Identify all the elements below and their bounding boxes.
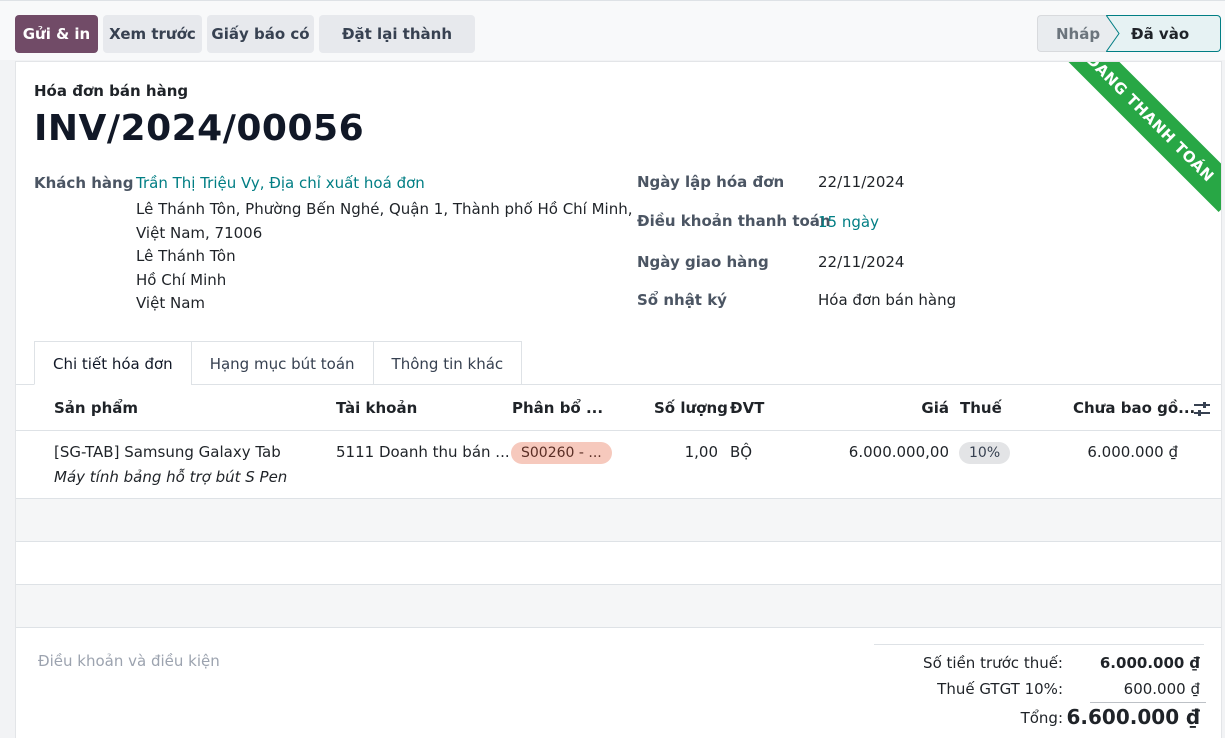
product-link[interactable]: [SG-TAB] Samsung Galaxy Tab: [54, 443, 281, 461]
totals-divider: [874, 644, 1204, 645]
table-header-divider: [16, 430, 1221, 431]
tab-other-info[interactable]: Thông tin khác: [372, 341, 523, 385]
invoice-sheet: ĐANG THANH TOÁN Hóa đơn bán hàng INV/202…: [15, 61, 1222, 738]
document-type: Hóa đơn bán hàng: [34, 82, 189, 100]
reset-draft-button[interactable]: Đặt lại thành nháp: [319, 15, 475, 81]
status-posted[interactable]: Đã vào sổ: [1107, 15, 1221, 80]
customer-address-line: Việt Nam, 71006: [136, 224, 263, 242]
status-draft[interactable]: Nháp: [1037, 15, 1107, 52]
column-header-uom[interactable]: ĐVT: [730, 399, 764, 417]
subtotal-cell: 6.000.000 ₫: [1087, 443, 1178, 461]
notebook-tabs: Chi tiết hóa đơn Hạng mục bút toán Thông…: [34, 341, 523, 385]
distribution-tag[interactable]: S00260 - ...: [511, 442, 612, 464]
delivery-date-field[interactable]: 22/11/2024: [818, 253, 904, 271]
column-header-product[interactable]: Sản phẩm: [54, 399, 138, 417]
total-label: Tổng:: [1020, 709, 1063, 727]
terms-conditions-input[interactable]: Điều khoản và điều kiện: [38, 652, 220, 670]
column-header-subtotal[interactable]: Chưa bao gồ...: [1073, 399, 1195, 417]
journal-label: Sổ nhật ký: [637, 291, 727, 309]
customer-address-line: Hồ Chí Minh: [136, 271, 227, 289]
total-separator: [1090, 702, 1206, 703]
delivery-date-label: Ngày giao hàng: [637, 253, 769, 271]
customer-label: Khách hàng: [34, 174, 134, 192]
customer-address-line: Việt Nam: [136, 294, 206, 312]
customer-link[interactable]: Trần Thị Triệu Vy, Địa chỉ xuất hoá đơn: [136, 174, 425, 192]
customer-address-line: Lê Thánh Tôn: [136, 247, 236, 265]
preview-button[interactable]: Xem trước: [103, 15, 202, 53]
column-header-price[interactable]: Giá: [921, 399, 949, 417]
status-arrow-icon: [1106, 15, 1120, 52]
empty-table-row: [16, 585, 1221, 627]
tab-invoice-lines[interactable]: Chi tiết hóa đơn: [34, 341, 192, 385]
row-divider: [16, 627, 1221, 628]
invoice-date-label: Ngày lập hóa đơn: [637, 173, 785, 191]
tab-journal-items[interactable]: Hạng mục bút toán: [190, 341, 374, 385]
untaxed-amount-label: Số tiền trước thuế:: [923, 654, 1063, 672]
column-settings-icon[interactable]: [1193, 400, 1211, 418]
column-header-distribution[interactable]: Phân bổ ...: [512, 399, 603, 417]
invoice-date-field[interactable]: 22/11/2024: [818, 173, 904, 191]
tax-tag[interactable]: 10%: [959, 442, 1011, 464]
customer-address-line: Lê Thánh Tôn, Phường Bến Nghé, Quận 1, T…: [136, 200, 633, 218]
payment-status-ribbon: ĐANG THANH TOÁN: [1055, 62, 1221, 213]
price-cell[interactable]: 6.000.000,00: [849, 443, 949, 461]
status-bar: Nháp Đã vào sổ: [1037, 15, 1221, 80]
invoice-number: INV/2024/00056: [34, 108, 365, 149]
empty-table-row: [16, 542, 1221, 584]
payment-terms-label: Điều khoản thanh toán: [637, 212, 831, 230]
uom-cell[interactable]: BỘ: [730, 443, 752, 461]
untaxed-amount-value: 6.000.000 ₫: [1099, 654, 1200, 672]
payment-terms-field[interactable]: 15 ngày: [818, 213, 879, 231]
column-header-tax[interactable]: Thuế: [960, 399, 1002, 417]
credit-note-button[interactable]: Giấy báo có: [207, 15, 314, 53]
send-print-button[interactable]: Gửi & in: [15, 15, 98, 53]
control-panel: Gửi & in Xem trước Giấy báo có Đặt lại t…: [0, 0, 1225, 81]
account-cell[interactable]: 5111 Doanh thu bán ...: [336, 443, 510, 461]
total-value: 6.600.000 ₫: [1066, 705, 1201, 729]
column-header-account[interactable]: Tài khoản: [336, 399, 417, 417]
column-header-quantity[interactable]: Số lượng: [654, 399, 728, 417]
product-description: Máy tính bảng hỗ trợ bút S Pen: [54, 468, 288, 486]
empty-table-row: [16, 499, 1221, 541]
quantity-cell[interactable]: 1,00: [685, 443, 718, 461]
journal-field[interactable]: Hóa đơn bán hàng: [818, 291, 956, 309]
vat-label: Thuế GTGT 10%:: [937, 680, 1063, 698]
vat-value: 600.000 ₫: [1123, 680, 1200, 698]
